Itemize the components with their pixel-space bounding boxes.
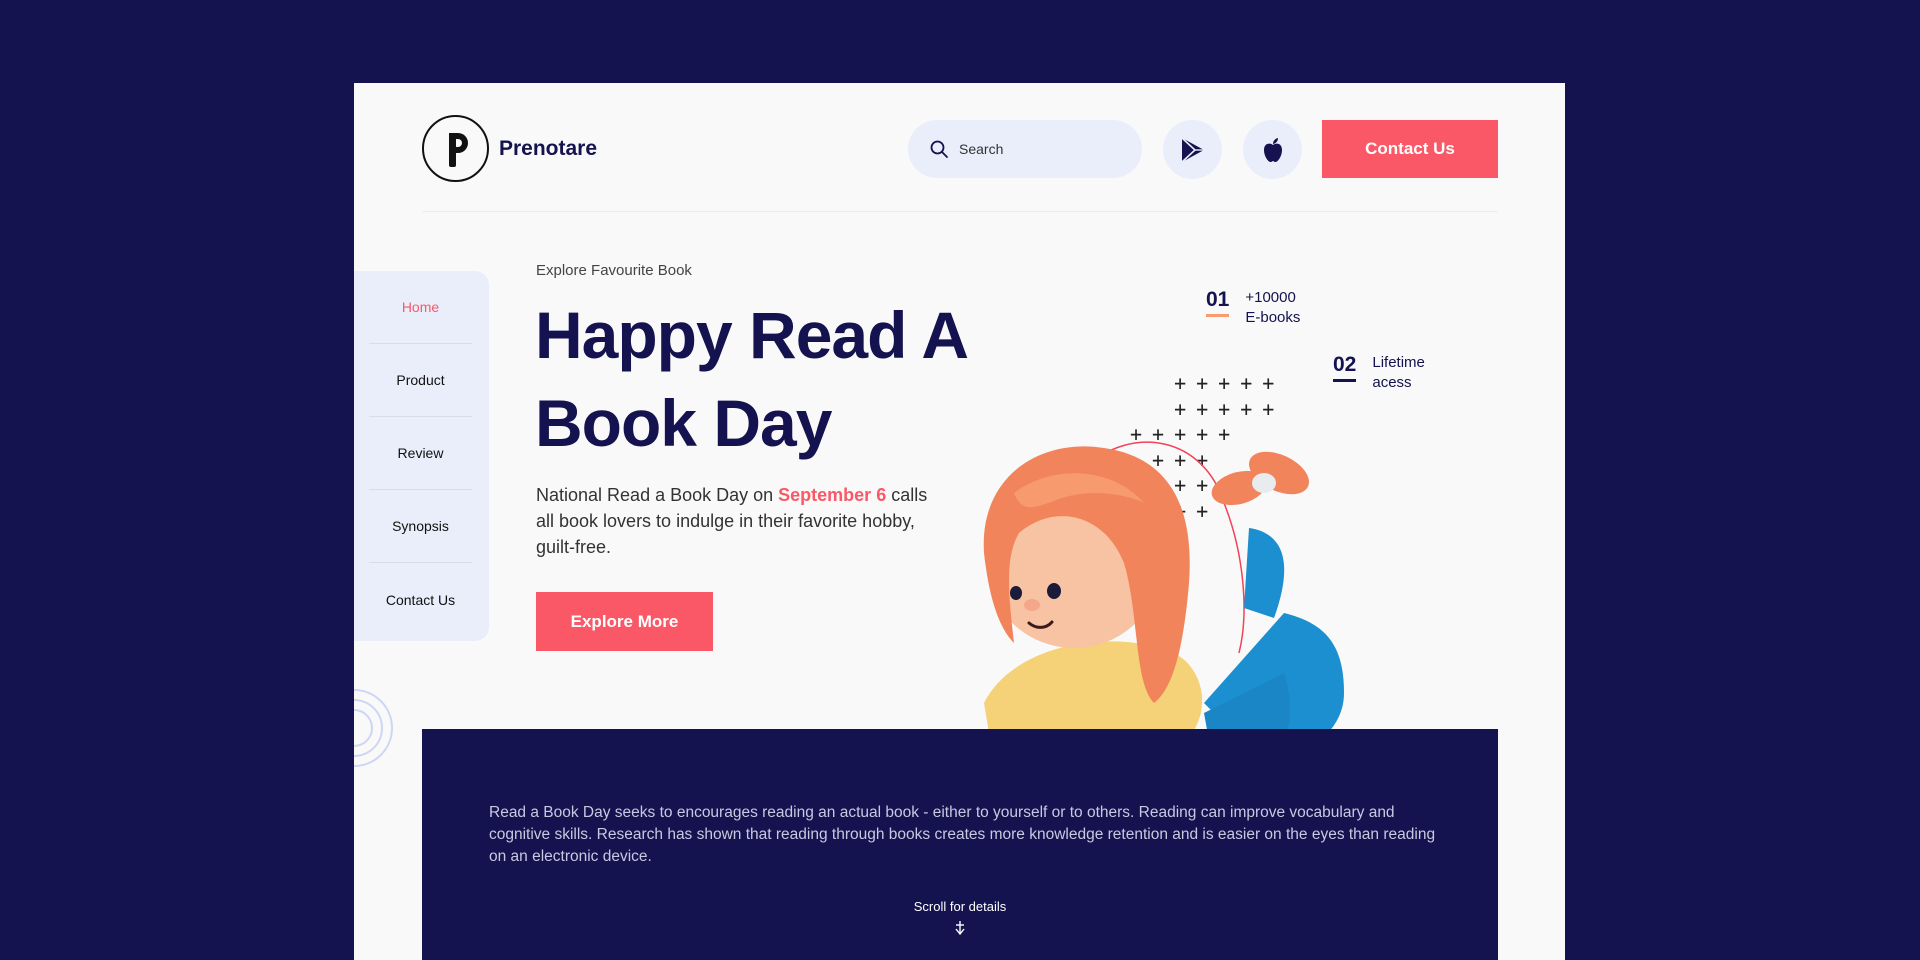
explore-more-button[interactable]: Explore More (536, 592, 713, 651)
concentric-rings-decoration (354, 689, 393, 767)
search-input[interactable]: Search (908, 120, 1142, 178)
header-divider (422, 211, 1498, 212)
stat-line: E-books (1245, 309, 1301, 326)
panel-description: Read a Book Day seeks to encourages read… (489, 804, 1436, 865)
arrow-down-icon (955, 921, 965, 936)
play-store-button[interactable] (1163, 120, 1222, 179)
hero-eyebrow: Explore Favourite Book (536, 262, 692, 279)
search-icon (930, 140, 948, 158)
apple-icon (1263, 137, 1282, 162)
nav-item-synopsis[interactable]: Synopsis (369, 490, 472, 563)
nav-item-home[interactable]: Home (369, 271, 472, 344)
nav-item-contact-us[interactable]: Contact Us (369, 563, 472, 636)
search-placeholder: Search (959, 141, 1004, 157)
side-nav: Home Product Review Synopsis Contact Us (354, 271, 489, 641)
info-panel: Read a Book Day seeks to encourages read… (422, 729, 1498, 960)
scroll-for-details[interactable]: Scroll for details (422, 899, 1498, 936)
play-store-icon (1180, 136, 1204, 163)
page: Prenotare Search Contact Us Home Product… (354, 83, 1565, 960)
stat-ebooks: 01 +10000 E-books (1206, 288, 1300, 328)
brand-name: Prenotare (499, 136, 598, 160)
stat-text: +10000 E-books (1245, 288, 1300, 328)
scroll-label: Scroll for details (913, 899, 1007, 914)
logo-icon (422, 115, 489, 182)
nav-item-review[interactable]: Review (369, 417, 472, 490)
stat-line: Lifetime (1372, 354, 1425, 371)
hero-desc-start: National Read a Book Day on (536, 485, 779, 505)
stat-line: +10000 (1245, 289, 1296, 306)
stat-number: 01 (1206, 288, 1230, 317)
logo[interactable]: Prenotare (422, 115, 597, 182)
nav-item-product[interactable]: Product (369, 344, 472, 417)
contact-us-button[interactable]: Contact Us (1322, 120, 1498, 178)
app-store-button[interactable] (1243, 120, 1302, 179)
stat-number: 02 (1333, 353, 1357, 382)
